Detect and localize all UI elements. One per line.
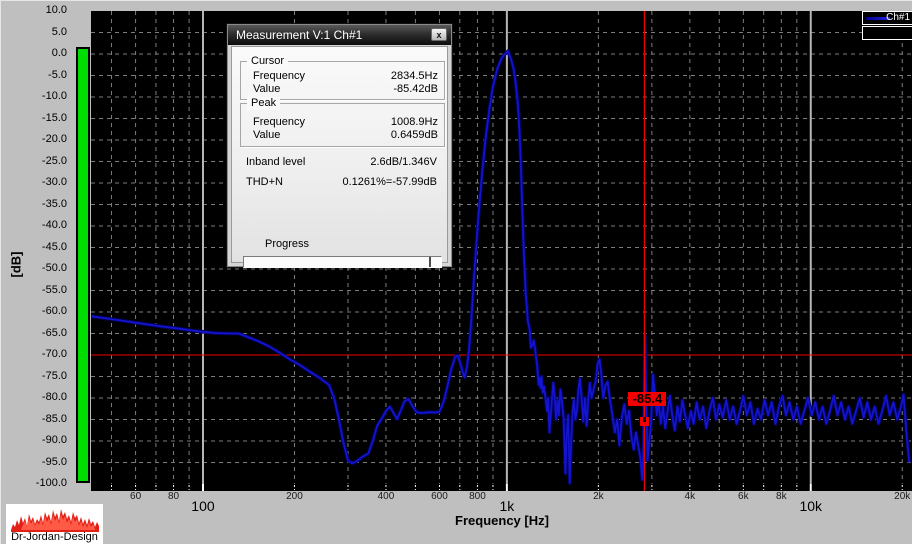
legend-channel-1-label: Ch#1 xyxy=(886,12,910,24)
y-tick-label: -55.0 xyxy=(19,284,67,296)
y-tick-label: 5.0 xyxy=(19,26,67,38)
cursor-value-row-label: Value xyxy=(253,83,280,96)
cursor-frequency-row: Frequency 2834.5Hz xyxy=(241,70,444,83)
y-tick-label: -10.0 xyxy=(19,90,67,102)
inband-level-label: Inband level xyxy=(246,156,305,168)
inband-level-value: 2.6dB/1.346V xyxy=(370,156,437,168)
cursor-value-row: Value -85.42dB xyxy=(241,83,444,96)
app-logo: Dr-Jordan-Design xyxy=(6,504,103,544)
level-meter-bar xyxy=(76,47,90,483)
progress-label: Progress xyxy=(265,238,309,250)
progress-tick xyxy=(429,257,431,267)
dialog-body: Cursor Frequency 2834.5Hz Value -85.42dB… xyxy=(231,46,448,263)
peak-frequency-value: 1008.9Hz xyxy=(391,116,438,129)
app-window: 10.0 5.0 0.0 -5.0 -10.0 -15.0 -20.0 -25.0 -30.0 -… xyxy=(0,0,912,544)
cursor-frequency-label: Frequency xyxy=(253,70,305,83)
y-tick-label: -50.0 xyxy=(19,262,67,274)
y-tick-label: -5.0 xyxy=(19,69,67,81)
thdn-value: 0.1261%=-57.99dB xyxy=(343,176,438,188)
y-tick-label: -100.0 xyxy=(19,477,67,489)
x-tick-label-minor: 400 xyxy=(361,491,411,502)
dialog-titlebar[interactable]: Measurement V:1 Ch#1 xyxy=(228,25,451,45)
y-tick-label: -20.0 xyxy=(19,133,67,145)
y-tick-label: -15.0 xyxy=(19,112,67,124)
y-tick-label: -85.0 xyxy=(19,413,67,425)
y-tick-label: 10.0 xyxy=(19,4,67,16)
peak-value-row-label: Value xyxy=(253,129,280,142)
logo-text: Dr-Jordan-Design xyxy=(6,532,103,543)
cursor-group-label: Cursor xyxy=(247,55,288,68)
cursor-value-label: -85.4 xyxy=(628,392,666,406)
y-tick-label: -45.0 xyxy=(19,241,67,253)
dialog-title: Measurement V:1 Ch#1 xyxy=(236,28,362,42)
x-tick-label-minor: 2k xyxy=(573,491,623,502)
x-tick-label-major: 1k xyxy=(480,498,534,514)
y-tick-label: -30.0 xyxy=(19,176,67,188)
legend-channel-2[interactable] xyxy=(862,26,912,40)
peak-groupbox: Peak Frequency 1008.9Hz Value 0.6459dB xyxy=(240,103,445,147)
x-tick-label-major: 10k xyxy=(784,498,838,514)
legend-channel-1[interactable]: Ch#1 xyxy=(862,11,912,25)
y-axis-title: [dB] xyxy=(9,243,24,287)
cursor-groupbox: Cursor Frequency 2834.5Hz Value -85.42dB xyxy=(240,61,445,100)
x-tick-label-minor: 4k xyxy=(665,491,715,502)
peak-frequency-label: Frequency xyxy=(253,116,305,129)
y-tick-label: -80.0 xyxy=(19,391,67,403)
logo-waveform-icon xyxy=(11,506,99,532)
peak-frequency-row: Frequency 1008.9Hz xyxy=(241,116,444,129)
y-tick-label: -25.0 xyxy=(19,155,67,167)
peak-value-row-value: 0.6459dB xyxy=(391,129,438,142)
y-tick-label: -60.0 xyxy=(19,305,67,317)
cursor-value-row-value: -85.42dB xyxy=(393,83,438,96)
spectrum-chart[interactable] xyxy=(91,11,912,491)
y-tick-label: -95.0 xyxy=(19,456,67,468)
y-tick-label: -35.0 xyxy=(19,198,67,210)
y-tick-label: -40.0 xyxy=(19,219,67,231)
y-tick-label: 0.0 xyxy=(19,47,67,59)
cursor-frequency-value: 2834.5Hz xyxy=(391,70,438,83)
x-tick-label-minor: 20k xyxy=(877,491,912,502)
x-tick-label-minor: 200 xyxy=(269,491,319,502)
progress-bar xyxy=(243,256,442,268)
y-tick-label: -75.0 xyxy=(19,370,67,382)
cursor-marker[interactable] xyxy=(640,417,649,426)
thdn-row: THD+N 0.1261%=-57.99dB xyxy=(246,176,437,188)
peak-group-label: Peak xyxy=(247,97,280,110)
y-tick-label: -70.0 xyxy=(19,348,67,360)
x-tick-label-major: 100 xyxy=(176,498,230,514)
inband-level-row: Inband level 2.6dB/1.346V xyxy=(246,156,437,168)
thdn-label: THD+N xyxy=(246,176,283,188)
x-axis-title: Frequency [Hz] xyxy=(422,513,582,528)
y-tick-label: -90.0 xyxy=(19,434,67,446)
y-tick-label: -65.0 xyxy=(19,327,67,339)
peak-value-row: Value 0.6459dB xyxy=(241,129,444,142)
close-icon[interactable]: x xyxy=(431,28,447,41)
measurement-dialog: Measurement V:1 Ch#1 x Cursor Frequency … xyxy=(226,23,453,268)
